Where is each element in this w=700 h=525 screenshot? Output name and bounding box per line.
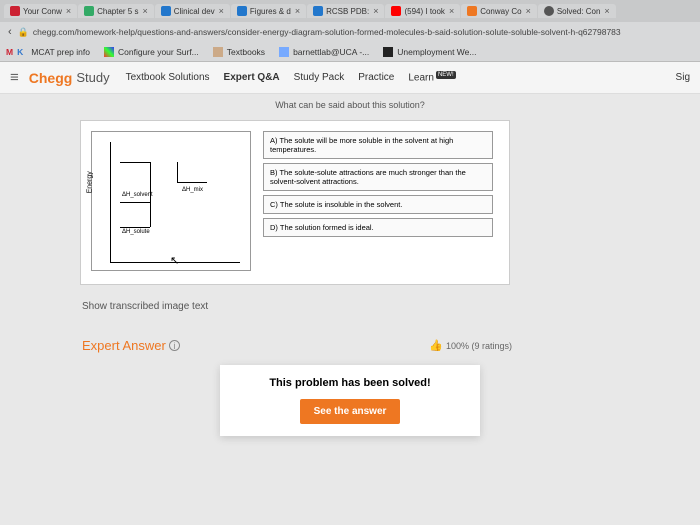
bookmark-bar: M K MCAT prep info Configure your Surf..…	[0, 42, 700, 62]
bookmark-icon	[213, 47, 223, 57]
hamburger-icon[interactable]: ≡	[10, 69, 19, 86]
lock-icon: 🔒	[18, 27, 29, 38]
energy-level	[177, 182, 207, 183]
delta-h-label: ΔH_solute	[122, 229, 150, 235]
close-icon[interactable]: ×	[66, 6, 71, 16]
browser-tab-strip: Your Conw × Chapter 5 s × Clinical dev × Fi…	[0, 0, 700, 22]
favicon-icon	[313, 6, 323, 16]
expert-answer-heading: Expert Answer	[82, 338, 166, 353]
option-a[interactable]: A) The solute will be more soluble in th…	[263, 131, 493, 159]
tab-label: Chapter 5 s	[97, 7, 138, 16]
browser-tab[interactable]: (594) I took ×	[385, 4, 460, 18]
favicon-icon	[467, 6, 477, 16]
cursor-icon: ↖	[170, 254, 179, 267]
nav-expert-qa[interactable]: Expert Q&A	[224, 72, 280, 83]
question-box: Energy ΔH_solvent ΔH_mix ΔH_solute ↖ A) …	[80, 120, 510, 285]
favicon-icon	[84, 6, 94, 16]
ratings-text: 100% (9 ratings)	[446, 341, 512, 351]
tab-label: Your Conw	[23, 7, 62, 16]
browser-tab[interactable]: Conway Co ×	[461, 4, 537, 18]
nav-right-text[interactable]: Sig	[676, 72, 690, 83]
bookmark-icon	[383, 47, 393, 57]
bookmark-icon: M	[6, 47, 13, 57]
favicon-icon	[161, 6, 171, 16]
arrow-line	[150, 202, 151, 227]
bookmark-icon: K	[17, 47, 23, 57]
browser-tab[interactable]: Figures & d ×	[231, 4, 306, 18]
browser-tab[interactable]: Chapter 5 s ×	[78, 4, 154, 18]
solved-text: This problem has been solved!	[232, 377, 468, 389]
energy-level	[120, 202, 150, 203]
answer-section: Expert Answer i 👍100% (9 ratings)	[82, 338, 512, 353]
bookmark-label: Configure your Surf...	[118, 47, 199, 57]
tab-label: Conway Co	[480, 7, 521, 16]
close-icon[interactable]: ×	[604, 6, 609, 16]
browser-tab[interactable]: Clinical dev ×	[155, 4, 230, 18]
close-icon[interactable]: ×	[219, 6, 224, 16]
nav-learn[interactable]: LearnNEW!	[408, 72, 455, 83]
bookmark-icon	[279, 47, 289, 57]
reload-icon	[544, 6, 554, 16]
tab-label: (594) I took	[404, 7, 444, 16]
option-b[interactable]: B) The solute-solute attractions are muc…	[263, 163, 493, 191]
energy-diagram: Energy ΔH_solvent ΔH_mix ΔH_solute ↖	[91, 131, 251, 271]
site-nav: ≡ Chegg Study Textbook Solutions Expert …	[0, 62, 700, 94]
option-c[interactable]: C) The solute is insoluble in the solven…	[263, 195, 493, 214]
energy-level	[120, 162, 150, 163]
nav-learn-label: Learn	[408, 72, 434, 83]
close-icon[interactable]: ×	[373, 6, 378, 16]
favicon-icon	[10, 6, 20, 16]
energy-level	[120, 227, 150, 228]
bookmark-item[interactable]: barnettlab@UCA -...	[279, 47, 369, 57]
tab-label: Figures & d	[250, 7, 291, 16]
show-transcribed-link[interactable]: Show transcribed image text	[82, 301, 680, 312]
bookmark-item[interactable]: MCAT prep info	[31, 47, 90, 57]
tab-label: Solved: Con	[557, 7, 601, 16]
thumbs-up-icon: 👍	[429, 339, 443, 352]
bookmark-icon	[104, 47, 114, 57]
arrow-line	[177, 162, 178, 182]
tab-label: Clinical dev	[174, 7, 215, 16]
close-icon[interactable]: ×	[526, 6, 531, 16]
bookmark-label: MCAT prep info	[31, 47, 90, 57]
delta-h-label: ΔH_mix	[182, 187, 203, 193]
question-subtitle: What can be said about this solution?	[20, 100, 680, 110]
axis-line	[110, 142, 111, 262]
bookmark-item[interactable]: Textbooks	[213, 47, 265, 57]
close-icon[interactable]: ×	[449, 6, 454, 16]
main-content: What can be said about this solution? En…	[0, 94, 700, 525]
bookmark-label: Unemployment We...	[397, 47, 476, 57]
browser-tab[interactable]: RCSB PDB: ×	[307, 4, 384, 18]
ratings[interactable]: 👍100% (9 ratings)	[429, 339, 512, 352]
delta-h-label: ΔH_solvent	[122, 192, 153, 198]
url-text: chegg.com/homework-help/questions-and-an…	[33, 27, 621, 37]
back-icon[interactable]: ‹	[8, 26, 12, 38]
solved-card: This problem has been solved! See the an…	[220, 365, 480, 436]
bookmark-item[interactable]: Configure your Surf...	[104, 47, 199, 57]
option-d[interactable]: D) The solution formed is ideal.	[263, 218, 493, 237]
close-icon[interactable]: ×	[142, 6, 147, 16]
address-bar[interactable]: ‹ 🔒 chegg.com/homework-help/questions-an…	[0, 22, 700, 42]
bookmark-item[interactable]: Unemployment We...	[383, 47, 476, 57]
favicon-icon	[237, 6, 247, 16]
favicon-icon	[391, 6, 401, 16]
bookmark-label: Textbooks	[227, 47, 265, 57]
tab-label: RCSB PDB:	[326, 7, 369, 16]
see-answer-button[interactable]: See the answer	[300, 399, 401, 424]
logo-subtitle: Study	[76, 70, 109, 85]
answer-options: A) The solute will be more soluble in th…	[263, 131, 493, 274]
bookmark-label: barnettlab@UCA -...	[293, 47, 369, 57]
nav-practice[interactable]: Practice	[358, 72, 394, 83]
close-icon[interactable]: ×	[295, 6, 300, 16]
nav-textbook-solutions[interactable]: Textbook Solutions	[126, 72, 210, 83]
browser-tab[interactable]: Solved: Con×	[538, 4, 616, 18]
browser-tab[interactable]: Your Conw ×	[4, 4, 77, 18]
new-badge: NEW!	[436, 71, 456, 79]
nav-study-pack[interactable]: Study Pack	[294, 72, 345, 83]
logo[interactable]: Chegg	[29, 70, 73, 86]
y-axis-label: Energy	[87, 171, 94, 193]
info-icon[interactable]: i	[169, 340, 180, 351]
